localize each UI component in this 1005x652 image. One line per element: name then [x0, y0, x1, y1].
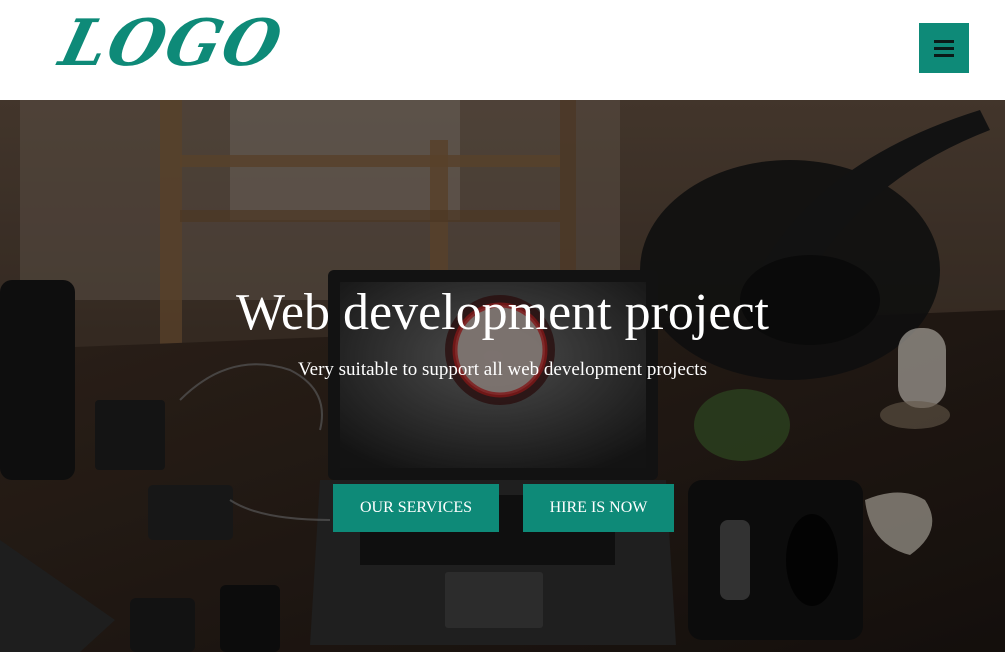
our-services-button[interactable]: OUR SERVICES — [333, 484, 499, 532]
hamburger-icon — [934, 40, 954, 43]
hamburger-icon — [934, 47, 954, 50]
site-logo[interactable]: LOGO — [52, 4, 291, 84]
hero-section: Web development project Very suitable to… — [0, 100, 1005, 652]
site-header: LOGO — [0, 0, 1005, 100]
hero-subtitle: Very suitable to support all web develop… — [298, 359, 707, 380]
hire-now-button[interactable]: HIRE IS NOW — [523, 484, 674, 532]
hero-title: Web development project — [236, 284, 769, 341]
hamburger-icon — [934, 54, 954, 57]
menu-toggle-button[interactable] — [919, 23, 969, 73]
